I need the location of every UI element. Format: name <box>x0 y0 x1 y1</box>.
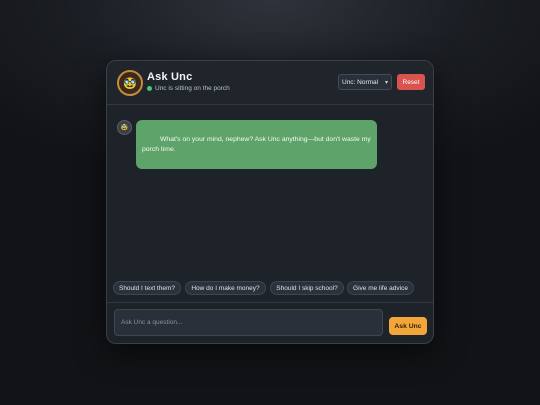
app-title: Ask Unc <box>147 71 193 83</box>
mode-select[interactable]: Unc: Normal ▾ <box>338 74 392 90</box>
unc-face-icon: 🥸 <box>123 77 137 90</box>
question-input[interactable] <box>114 309 383 336</box>
reset-button[interactable]: Reset <box>397 74 425 90</box>
online-status-icon <box>147 86 152 91</box>
message-avatar: 🥸 <box>117 120 132 135</box>
ask-unc-button[interactable]: Ask Unc <box>389 317 427 335</box>
unc-face-icon: 🥸 <box>120 125 129 131</box>
suggestion-chip[interactable]: Give me life advice <box>347 281 414 295</box>
suggestion-chip[interactable]: Should I text them? <box>113 281 181 295</box>
message-bubble: What's on your mind, nephew? Ask Unc any… <box>136 120 377 169</box>
chat-header: 🥸 Ask Unc Unc is sitting on the porch Un… <box>107 61 433 105</box>
composer: Ask Unc <box>107 302 433 343</box>
status-line: Unc is sitting on the porch <box>147 85 230 92</box>
mode-select-value: Unc: Normal <box>342 78 379 86</box>
suggestion-chip[interactable]: Should I skip school? <box>270 281 344 295</box>
suggestion-chip[interactable]: How do I make money? <box>185 281 266 295</box>
chat-window: 🥸 Ask Unc Unc is sitting on the porch Un… <box>106 60 434 344</box>
message-list: 🥸 What's on your mind, nephew? Ask Unc a… <box>107 105 433 275</box>
chevron-down-icon: ▾ <box>384 79 388 86</box>
status-text: Unc is sitting on the porch <box>155 85 230 92</box>
unc-avatar: 🥸 <box>117 70 143 96</box>
